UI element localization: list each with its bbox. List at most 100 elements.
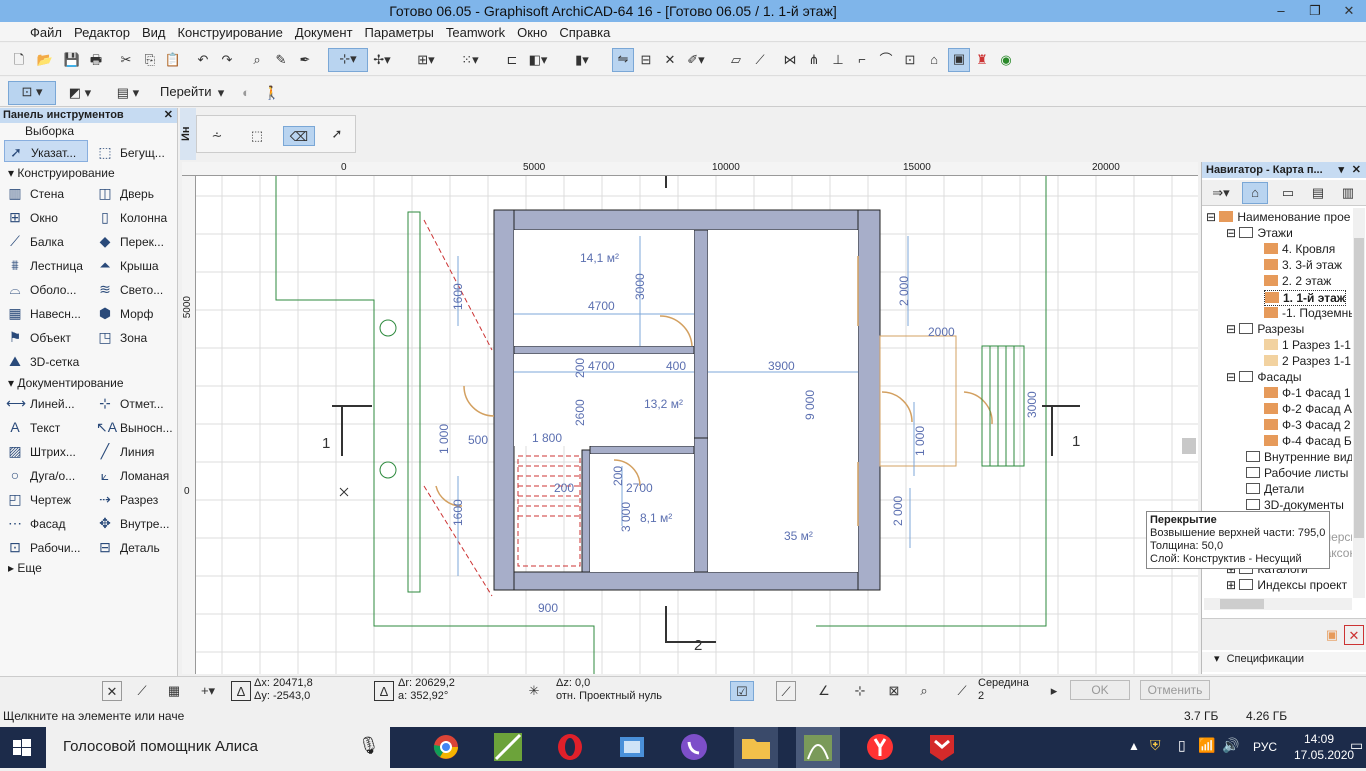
polyline-tool[interactable]: ⟀ Ломаная (96, 464, 169, 486)
cut-icon[interactable]: ✂ (116, 50, 136, 70)
mesh-tool[interactable]: ⛰ 3D-сетка (6, 350, 79, 372)
menu-document[interactable]: Документ (289, 22, 359, 40)
snap-mode-readout[interactable]: Середина 2 (978, 677, 1048, 703)
marquee-tool[interactable]: ⬚ Бегущ... (96, 141, 164, 163)
split-icon[interactable]: ⟋ (750, 50, 770, 70)
intersect-icon[interactable]: ⋈ (780, 50, 800, 70)
tree-item-elevation-2[interactable]: Ф-2 Фасад А (1264, 402, 1352, 416)
eyedropper-icon[interactable]: ✎ (271, 50, 291, 70)
angle-snap-icon[interactable]: ∠ (814, 681, 834, 701)
menu-window[interactable]: Окно (511, 22, 553, 40)
tree-item-elevation-4[interactable]: Ф-4 Фасад Б (1264, 434, 1352, 448)
delta-xy-readout[interactable]: Δx: 20471,8 Δy: -2543,0 (254, 677, 369, 703)
file-explorer-icon[interactable] (734, 727, 778, 768)
pencil-tool-icon[interactable]: ✐▾ (686, 50, 706, 70)
roof-tool[interactable]: ⏶ Крыша (96, 254, 158, 276)
menu-edit[interactable]: Редактор (68, 22, 136, 40)
restore-button[interactable]: ❐ (1298, 0, 1332, 22)
delete-icon[interactable]: ✕ (1344, 625, 1364, 645)
layer-combination-icon[interactable]: ⊏ (502, 50, 522, 70)
tree-item-story-1[interactable]: 1. 1-й этаж (1264, 290, 1347, 306)
trace-icon[interactable]: ⇋ (612, 48, 634, 72)
notifications-icon[interactable]: ▭ (1350, 737, 1363, 754)
grid-display-icon[interactable]: ⁙▾ (460, 50, 480, 70)
gravity-icon[interactable]: ⊹▾ (328, 48, 368, 72)
section-tool[interactable]: ⇢ Разрез (96, 488, 158, 510)
delta-icon[interactable]: Δ (231, 681, 251, 701)
canvas-scroll-thumb[interactable] (1182, 438, 1196, 454)
graphisoft-icon[interactable] (486, 727, 530, 768)
polar-readout[interactable]: Δr: 20629,2 a: 352,92° (398, 677, 513, 703)
door-tool[interactable]: ◫ Дверь (96, 182, 154, 204)
clock[interactable]: 14:09 17.05.2020 (1294, 731, 1354, 763)
fillet-icon[interactable]: ⌐ (852, 50, 872, 70)
layout-book-icon[interactable]: ▭ (1278, 183, 1298, 203)
selection-method-icon[interactable]: ⩪ (207, 126, 227, 146)
documenting-heading[interactable]: ▾ Документирование (0, 375, 178, 391)
yandex-browser-icon[interactable] (858, 727, 902, 768)
chevron-down-icon[interactable]: ▾ (1338, 162, 1344, 178)
cancel-input-icon[interactable]: ✕ (102, 681, 122, 701)
new-file-icon[interactable]: 🗋 (9, 50, 29, 70)
drawing-tool[interactable]: ◰ Чертеж (6, 488, 71, 510)
tree-item-story-basement[interactable]: -1. Подземны (1264, 306, 1352, 320)
tree-item-stories[interactable]: ⊟ Этажи (1226, 226, 1293, 240)
stair-tool[interactable]: ⩩ Лестница (6, 254, 83, 276)
tree-item-story-4[interactable]: 4. Кровля (1264, 242, 1335, 256)
menu-file[interactable]: Файл (0, 22, 68, 40)
floor-plan-canvas[interactable]: 14,1 м² 13,2 м² 8,1 м² 35 м² 4700 3000 1… (196, 176, 1198, 674)
interior-elevation-tool[interactable]: ✥ Внутре... (96, 512, 169, 534)
new-folder-icon[interactable]: ▣ (1322, 625, 1342, 645)
z-readout[interactable]: Δz: 0,0 отн. Проектный нуль (556, 677, 706, 703)
arc-tool[interactable]: ○ Дуга/о... (6, 464, 75, 486)
viber-icon[interactable] (672, 727, 716, 768)
tree-item-story-2[interactable]: 2. 2 этаж (1264, 274, 1331, 288)
column-tool[interactable]: ▯ Колонна (96, 206, 167, 228)
goto-dropdown-icon[interactable]: ▾ (211, 83, 231, 103)
label-tool[interactable]: ↖A Выносн... (96, 416, 173, 438)
tree-item-worksheets[interactable]: Рабочие листы (1246, 466, 1348, 480)
menu-teamwork[interactable]: Teamwork (440, 22, 511, 40)
dimension-tool[interactable]: ⟷ Линей... (6, 392, 75, 414)
copy-icon[interactable]: ⎘ (140, 50, 160, 70)
zone-tool[interactable]: ◳ Зона (96, 326, 147, 348)
opera-icon[interactable] (548, 727, 592, 768)
battery-icon[interactable]: ▯ (1178, 737, 1186, 754)
grid-snap-icon[interactable]: ⊞▾ (416, 50, 436, 70)
redo-icon[interactable]: ↷ (217, 50, 237, 70)
tree-item-elevation-3[interactable]: Ф-3 Фасад 2 (1264, 418, 1351, 432)
volume-icon[interactable]: 🔊 (1222, 737, 1239, 754)
snap-check-icon[interactable]: ☑ (730, 681, 754, 701)
level-dimension-tool[interactable]: ⊹ Отмет... (96, 392, 163, 414)
specifications-section[interactable]: ▾ Спецификации (1202, 652, 1366, 672)
more-heading[interactable]: ▸ Еще (0, 560, 178, 576)
tree-item-sections[interactable]: ⊟ Разрезы (1226, 322, 1304, 336)
tree-item-project-indexes[interactable]: ⊞ Индексы проект (1226, 578, 1347, 592)
snap-menu-icon[interactable]: ▸ (1044, 681, 1064, 701)
chrome-icon[interactable] (424, 727, 468, 768)
skylight-tool[interactable]: ≋ Свето... (96, 278, 163, 300)
record-icon[interactable]: ◉ (996, 50, 1016, 70)
snap-guides-icon[interactable]: ✢▾ (372, 50, 392, 70)
wall-tool[interactable]: ▥ Стена (6, 182, 64, 204)
3d-view-icon[interactable]: ◩ ▾ (60, 83, 100, 103)
tree-item-details[interactable]: Детали (1246, 482, 1304, 496)
navigator-vscroll[interactable] (1353, 208, 1365, 598)
midpoint-icon[interactable]: ⟋ (952, 681, 972, 701)
language-indicator[interactable]: РУС (1253, 740, 1277, 754)
arrow-select-icon[interactable]: ➚ (327, 124, 347, 144)
menu-view[interactable]: Вид (136, 22, 172, 40)
explore-icon[interactable]: ◐ (236, 83, 256, 103)
text-tool[interactable]: A Текст (6, 416, 60, 438)
paste-icon[interactable]: 📋 (163, 50, 183, 70)
trim-icon[interactable]: ⋔ (804, 50, 824, 70)
info-box-tab[interactable]: Ин (180, 108, 196, 160)
walk-icon[interactable]: 🚶 (262, 83, 282, 103)
guide-line-icon[interactable]: ⟋ (776, 681, 796, 701)
arc-icon[interactable]: ⌒ (876, 50, 896, 70)
goto-button[interactable]: Перейти (160, 84, 212, 99)
fill-icon[interactable]: ▱ (726, 50, 746, 70)
menu-options[interactable]: Параметры (359, 22, 440, 40)
microphone-icon[interactable]: 🎙 (358, 736, 380, 756)
orthogonal-icon[interactable]: ⟋ (132, 681, 152, 701)
